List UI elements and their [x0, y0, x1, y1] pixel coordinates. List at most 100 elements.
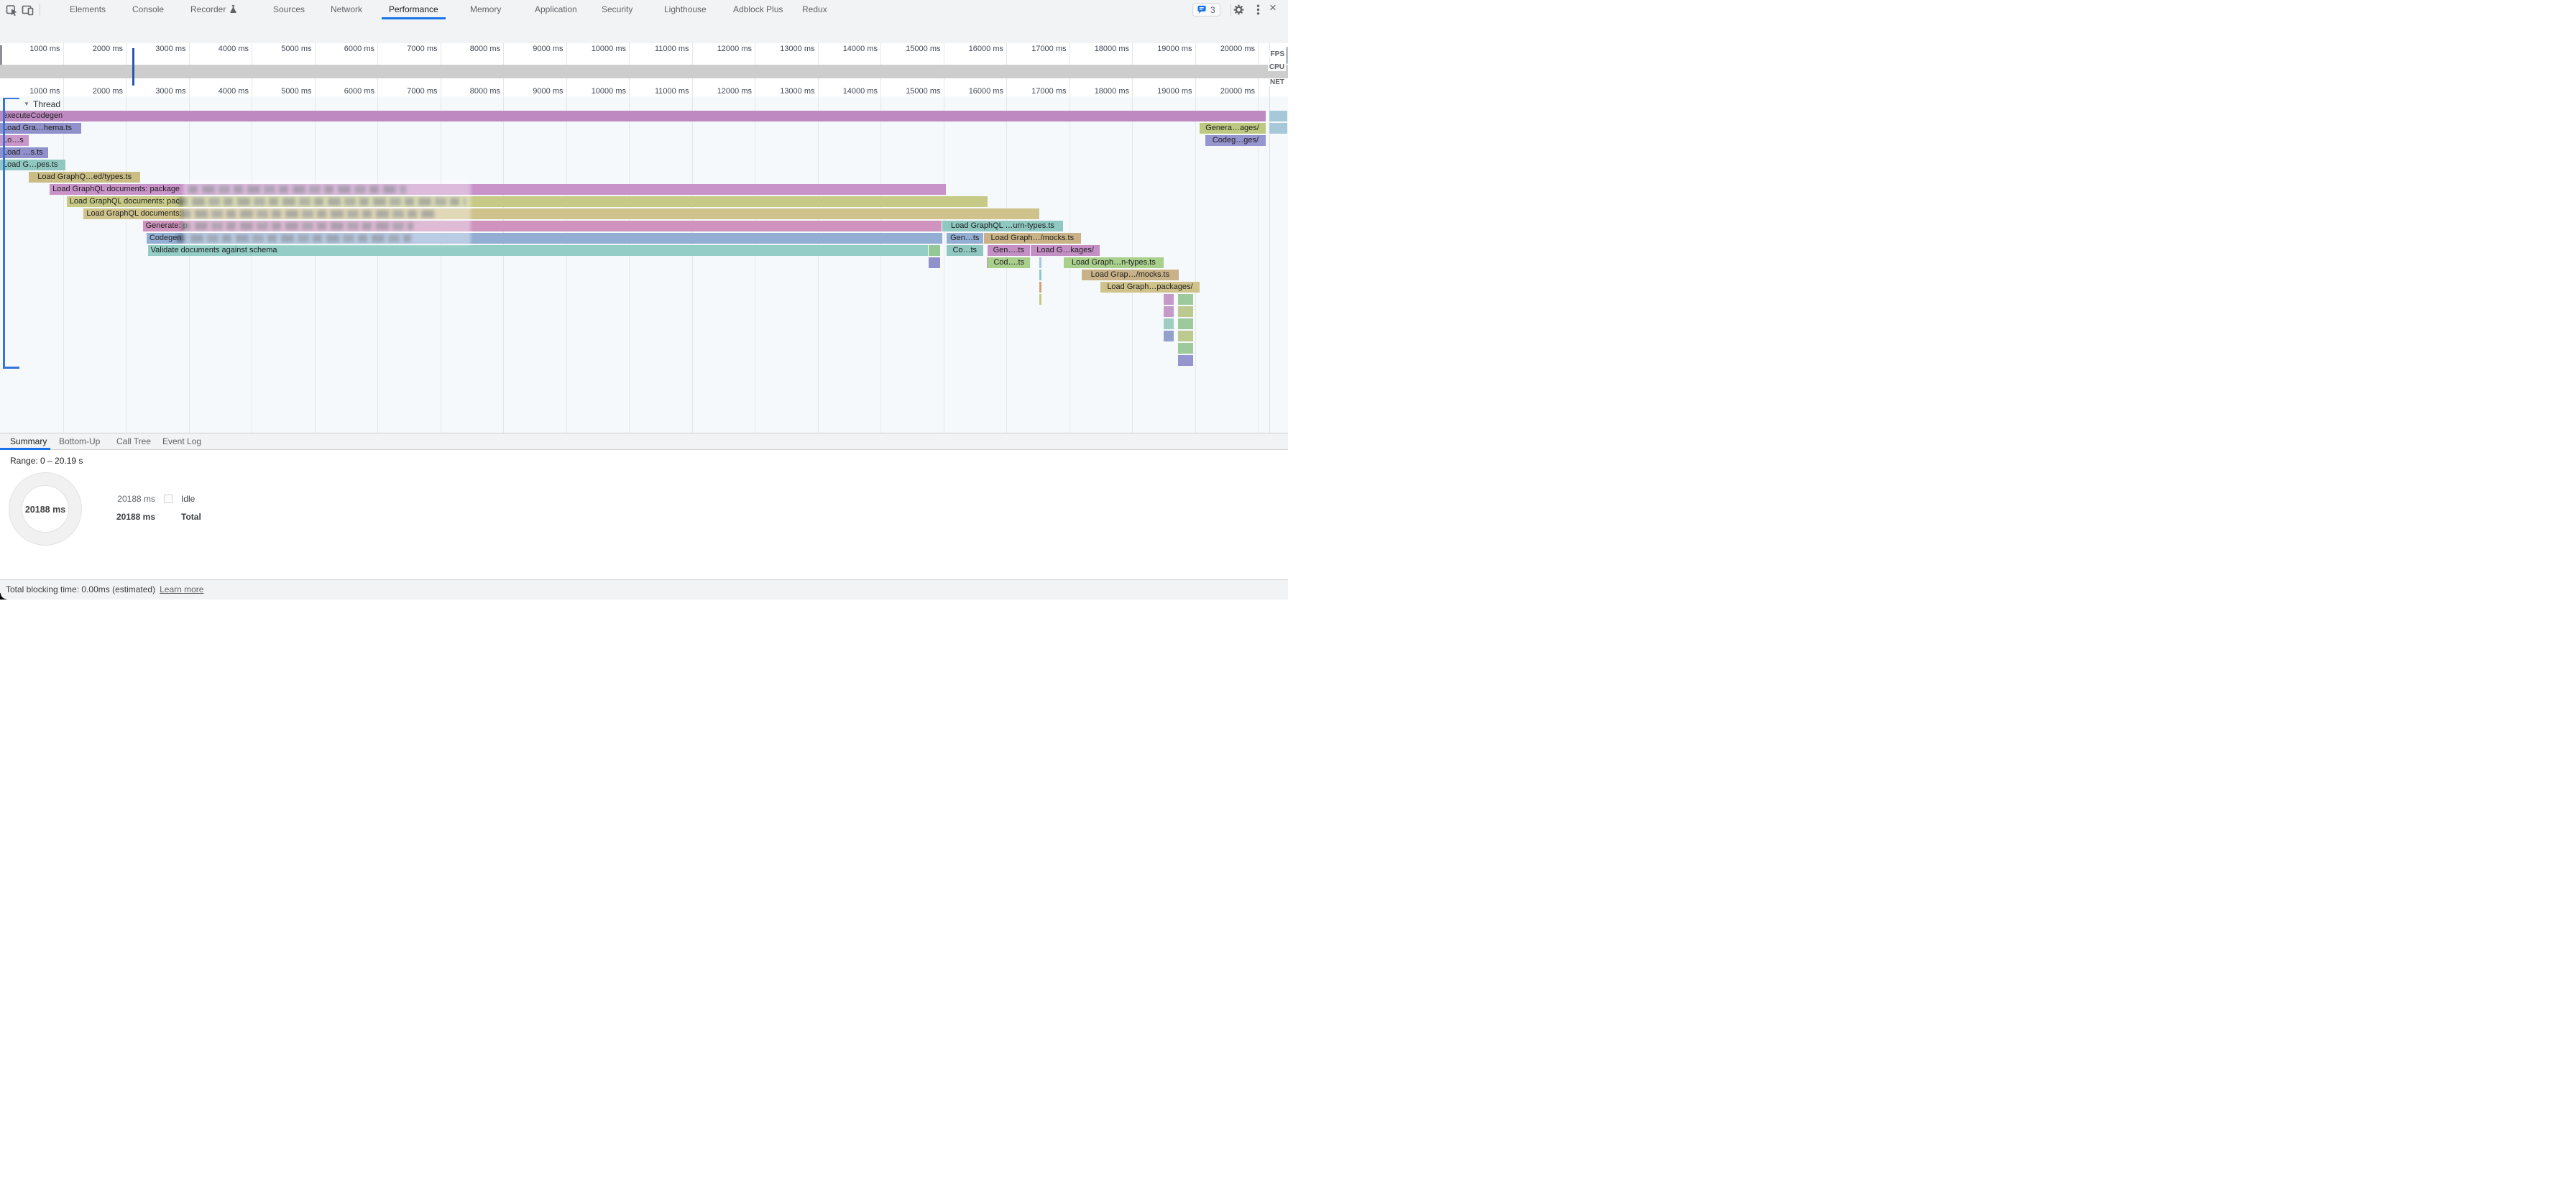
time-tick-label: 11000 ms	[629, 87, 689, 96]
time-tick-label: 7000 ms	[377, 87, 438, 96]
details-tab-event-log[interactable]: Event Log	[162, 433, 201, 449]
collapse-triangle-icon[interactable]: ▼	[24, 101, 29, 107]
time-tick-label: 7000 ms	[377, 45, 438, 53]
flame-chart[interactable]: 1000 ms2000 ms3000 ms4000 ms5000 ms6000 …	[0, 86, 1288, 433]
flame-bar[interactable]: Codeg…ges/	[1205, 135, 1265, 146]
flame-bar[interactable]: Gen….ts	[988, 245, 1030, 256]
flame-bar[interactable]: Load G…pes.ts	[0, 160, 65, 170]
learn-more-link[interactable]: Learn more	[160, 584, 203, 594]
gridline	[566, 86, 567, 433]
flame-bar[interactable]	[1178, 343, 1193, 354]
time-tick-label: 3000 ms	[126, 87, 186, 96]
flame-bar[interactable]	[1164, 294, 1174, 305]
flame-bar[interactable]	[1178, 331, 1193, 341]
overview-left-handle[interactable]	[0, 45, 2, 65]
flame-bar[interactable]	[1178, 294, 1193, 305]
footer-message: Total blocking time: 0.00ms (estimated)	[6, 584, 155, 594]
tab-recorder[interactable]: Recorder	[183, 0, 244, 19]
flame-bar-label: Load Graph…/mocks.ts	[984, 233, 1082, 244]
flame-bar[interactable]	[1164, 306, 1174, 317]
flame-bar[interactable]: Load GraphQL …urn-types.ts	[942, 221, 1063, 231]
tab-memory[interactable]: Memory	[463, 0, 508, 19]
flame-bar[interactable]: Load G…kages/	[1031, 245, 1100, 256]
summary-donut-chart: 20188 ms	[9, 472, 82, 546]
time-tick-label: 16000 ms	[943, 87, 1003, 96]
time-tick-label: 18000 ms	[1069, 45, 1129, 53]
tab-label: Application	[535, 4, 577, 14]
time-tick-label: 12000 ms	[691, 87, 752, 96]
flame-bar[interactable]	[1039, 270, 1041, 280]
tab-adblock-plus[interactable]: Adblock Plus	[726, 0, 790, 19]
tab-performance[interactable]: Performance	[382, 0, 446, 19]
flame-bar[interactable]	[1039, 257, 1041, 268]
time-tick-label: 20000 ms	[1195, 45, 1255, 53]
settings-gear-icon[interactable]	[1233, 4, 1245, 16]
gridline	[692, 86, 693, 433]
time-tick-label: 18000 ms	[1069, 87, 1129, 96]
footer-bar: Total blocking time: 0.00ms (estimated) L…	[0, 579, 1288, 600]
flame-bar[interactable]	[1269, 111, 1287, 121]
time-tick-label: 10000 ms	[566, 45, 626, 53]
tab-console[interactable]: Console	[125, 0, 171, 19]
tab-elements[interactable]: Elements	[63, 0, 113, 19]
tab-redux[interactable]: Redux	[795, 0, 834, 19]
tab-label: Lighthouse	[664, 4, 707, 14]
device-toolbar-icon[interactable]	[22, 4, 34, 16]
flame-bar[interactable]: Load …s.ts	[0, 147, 48, 158]
flame-bar[interactable]: Load Graph…/mocks.ts	[984, 233, 1082, 244]
time-tick-label: 11000 ms	[629, 45, 689, 53]
flame-bar[interactable]: Load Grap…/mocks.ts	[1082, 270, 1179, 280]
inspect-element-icon[interactable]	[6, 4, 18, 16]
more-options-kebab-icon[interactable]	[1252, 4, 1264, 16]
flame-bar[interactable]	[1039, 294, 1041, 305]
time-tick-label: 13000 ms	[755, 87, 815, 96]
flame-bar[interactable]: Load Gra…hema.ts	[0, 123, 81, 134]
gridline	[503, 86, 504, 433]
flame-bar[interactable]: Validate documents against schema	[148, 245, 928, 256]
tab-sources[interactable]: Sources	[266, 0, 312, 19]
flame-bar[interactable]	[929, 257, 939, 268]
time-tick-label: 14000 ms	[817, 45, 878, 53]
flame-bar-label: Load G…kages/	[1031, 245, 1100, 256]
overview-scrollbar-thumb[interactable]	[1286, 47, 1288, 64]
flame-bar[interactable]	[1178, 355, 1193, 366]
flame-bar[interactable]	[1164, 331, 1174, 341]
flame-bar[interactable]	[1178, 318, 1193, 329]
tab-network[interactable]: Network	[323, 0, 369, 19]
recording-end-gridline	[1269, 86, 1270, 433]
timeline-overview[interactable]: 1000 ms2000 ms3000 ms4000 ms5000 ms6000 …	[0, 43, 1288, 87]
tab-security[interactable]: Security	[594, 0, 640, 19]
details-tab-bottom-up[interactable]: Bottom-Up	[59, 433, 100, 449]
flame-bar[interactable]: Load Graph…n-types.ts	[1064, 257, 1164, 268]
gridline	[818, 86, 819, 433]
tab-lighthouse[interactable]: Lighthouse	[657, 0, 714, 19]
flame-bar[interactable]	[929, 245, 939, 256]
gridline	[1195, 86, 1196, 433]
flame-bar[interactable]	[1269, 123, 1287, 134]
flame-bar[interactable]: Gen…ts	[947, 233, 983, 244]
flame-bar-label: Codeg…ges/	[1205, 135, 1265, 146]
legend-label: Total	[181, 512, 201, 522]
details-tab-call-tree[interactable]: Call Tree	[116, 433, 151, 449]
tab-application[interactable]: Application	[528, 0, 584, 19]
flame-bar[interactable]: Co…ts	[947, 245, 983, 256]
issues-counter[interactable]: 3	[1192, 3, 1220, 17]
gridline	[377, 86, 378, 433]
flame-bar[interactable]	[1164, 318, 1174, 329]
flame-bar[interactable]	[1178, 306, 1193, 317]
flame-bar[interactable]: executeCodegen	[0, 111, 1266, 121]
flame-bar[interactable]: Load GraphQ…ed/types.ts	[29, 172, 140, 183]
flame-bar[interactable]: Cod….ts	[988, 257, 1030, 268]
flame-bar[interactable]	[1039, 282, 1041, 293]
gridline	[63, 86, 64, 433]
flame-bar-label: Load Graph…n-types.ts	[1064, 257, 1164, 268]
flame-bar-label: Load Gra…hema.ts	[0, 123, 81, 134]
details-tab-summary[interactable]: Summary	[10, 433, 47, 449]
lane-label-cpu: CPU	[1268, 63, 1286, 71]
flame-bar[interactable]: Genera…ages/	[1200, 123, 1266, 134]
time-tick-label: 16000 ms	[943, 45, 1003, 53]
close-devtools-icon[interactable]: ×	[1269, 1, 1276, 15]
gridline	[880, 86, 881, 433]
time-tick-label: 19000 ms	[1132, 87, 1192, 96]
flame-bar[interactable]: Load Graph…packages/	[1100, 282, 1199, 293]
